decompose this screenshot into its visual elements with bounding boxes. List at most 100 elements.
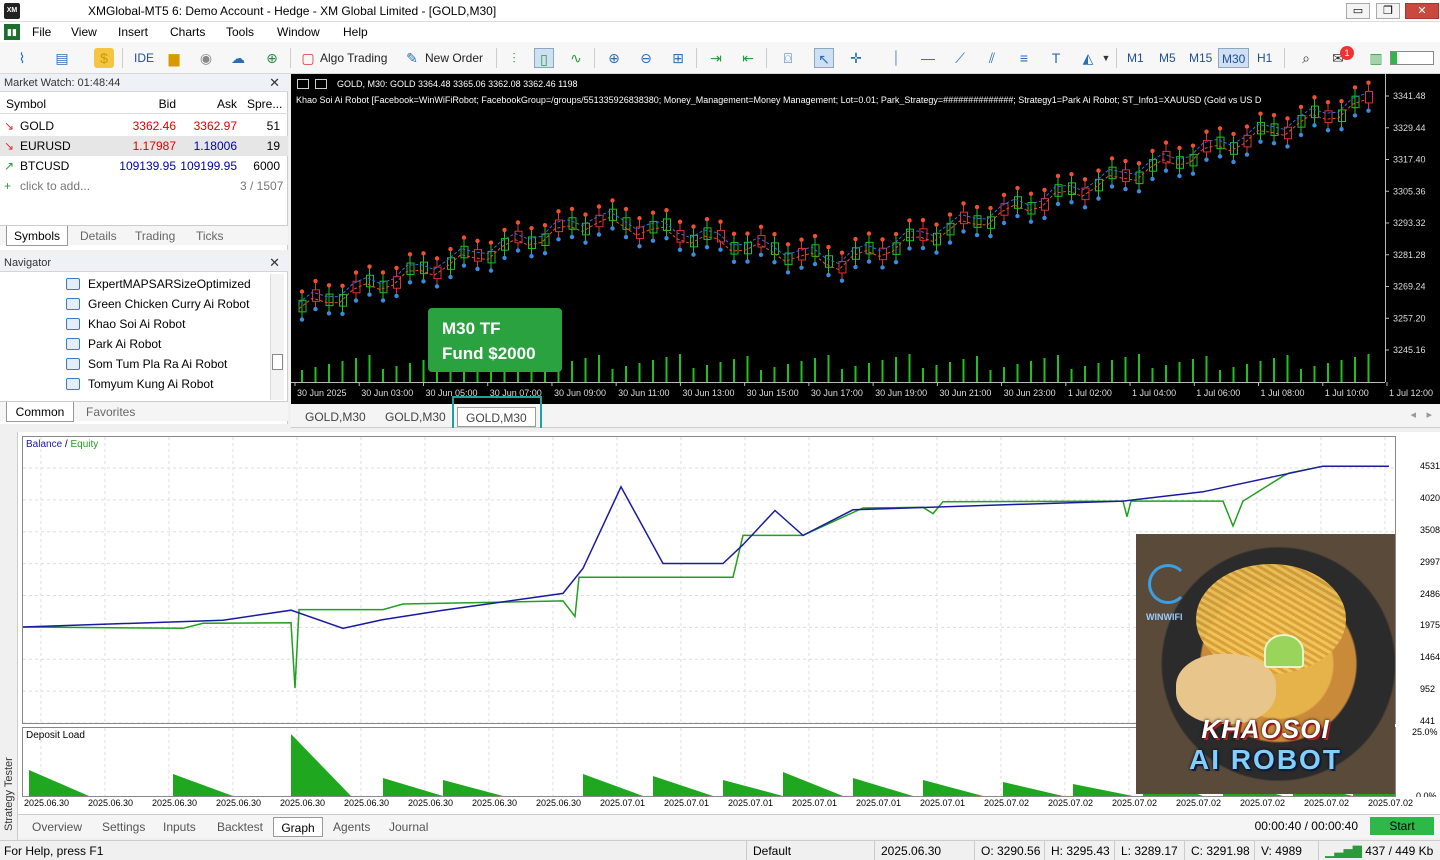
menu-window[interactable]: Window: [277, 25, 320, 39]
nav-item-expert[interactable]: ExpertMAPSARSizeOptimized: [66, 274, 276, 294]
add-symbol-row[interactable]: + click to add... 3 / 1507: [0, 176, 288, 196]
menu-help[interactable]: Help: [343, 25, 368, 39]
tab-scroll-left-icon[interactable]: ◂: [1410, 408, 1416, 421]
nav-item-label: Park Ai Robot: [88, 337, 162, 351]
tf-m15[interactable]: M15: [1186, 48, 1215, 68]
algo-trading-icon[interactable]: ▢: [298, 48, 318, 68]
profile-name[interactable]: Default: [746, 841, 874, 860]
tab-inputs[interactable]: Inputs: [163, 817, 196, 837]
col-symbol[interactable]: Symbol: [6, 94, 46, 114]
graph-x-axis: 2025.06.30 2025.06.30 2025.06.30 2025.06.30…: [22, 797, 1440, 813]
trendline-icon[interactable]: ⟋: [950, 48, 970, 68]
zoom-out-icon[interactable]: ⊖: [636, 48, 656, 68]
bar-chart-icon[interactable]: ⫶: [504, 48, 524, 68]
bag-icon[interactable]: ▆: [164, 48, 184, 68]
bar-low: L: 3289.17: [1114, 841, 1184, 860]
maximize-button[interactable]: ❐: [1376, 3, 1400, 19]
menu-file[interactable]: File: [32, 25, 51, 39]
bar-close: C: 3291.98: [1184, 841, 1254, 860]
search-icon[interactable]: ⌕: [1296, 48, 1316, 68]
tab-graph[interactable]: Graph: [273, 817, 323, 837]
menu-view[interactable]: View: [71, 25, 97, 39]
graph-y-label: 2486: [1420, 588, 1440, 599]
horizontal-line-icon[interactable]: —: [918, 48, 938, 68]
chart-properties-icon[interactable]: [315, 79, 327, 89]
tab-favorites[interactable]: Favorites: [86, 402, 135, 422]
text-icon[interactable]: T: [1046, 48, 1066, 68]
tab-symbols[interactable]: Symbols: [6, 226, 68, 246]
menu-tools[interactable]: Tools: [226, 25, 254, 39]
tf-m5[interactable]: M5: [1156, 48, 1179, 68]
nav-item-green-chicken[interactable]: Green Chicken Curry Ai Robot: [66, 294, 276, 314]
tab-settings[interactable]: Settings: [102, 817, 145, 837]
bar-open: O: 3290.56: [974, 841, 1044, 860]
screenshot-icon[interactable]: ⌼: [778, 48, 798, 68]
deposit-load-area: [923, 780, 983, 796]
nav-item-khao-soi[interactable]: Khao Soi Ai Robot: [66, 314, 276, 334]
deposit-load-area: [1003, 782, 1063, 796]
nav-item-tomyum[interactable]: Tomyum Kung Ai Robot: [66, 374, 276, 394]
start-button[interactable]: Start: [1370, 817, 1434, 835]
graph-x-label: 2025.07.02: [1112, 798, 1158, 808]
symbol-row-gold[interactable]: ↘ GOLD 3362.46 3362.97 51: [0, 116, 288, 136]
volume-bar: [1165, 365, 1167, 382]
cloud-icon[interactable]: ☁: [228, 48, 248, 68]
toolbar: ⌇ ▤ $ IDE ▆ ◉ ☁ ⊕ ▢ Algo Trading ✎ New O…: [0, 42, 1440, 74]
tab-overview[interactable]: Overview: [32, 817, 82, 837]
close-button[interactable]: ✕: [1405, 3, 1439, 19]
nav-item-park[interactable]: Park Ai Robot: [66, 334, 276, 354]
menu-insert[interactable]: Insert: [118, 25, 148, 39]
tab-scroll-right-icon[interactable]: ▸: [1426, 408, 1432, 421]
cursor-icon[interactable]: ↖: [814, 48, 834, 68]
tab-ticks[interactable]: Ticks: [196, 226, 224, 246]
navigator-scrollbar[interactable]: [270, 274, 284, 400]
templates-icon[interactable]: ▤: [52, 48, 72, 68]
channel-icon[interactable]: ⫽: [982, 48, 1002, 68]
ide-button[interactable]: IDE: [130, 47, 158, 69]
candlestick-icon[interactable]: ▯: [534, 48, 554, 68]
chart-tab-1[interactable]: GOLD,M30: [297, 407, 374, 427]
symbol-row-eurusd[interactable]: ↘ EURUSD 1.17987 1.18006 19: [0, 136, 288, 156]
trade-marker: [488, 240, 494, 245]
crosshair-icon[interactable]: ✛: [846, 48, 866, 68]
col-spread[interactable]: Spre...: [247, 94, 282, 114]
algo-trading-button[interactable]: Algo Trading: [316, 47, 391, 69]
trade-marker: [353, 270, 359, 275]
line-chart-icon[interactable]: ⌇: [12, 48, 32, 68]
fibo-icon[interactable]: ≡: [1014, 48, 1034, 68]
tile-icon[interactable]: ⊞: [668, 48, 688, 68]
tab-trading[interactable]: Trading: [135, 226, 175, 246]
tab-details[interactable]: Details: [80, 226, 117, 246]
tf-m1[interactable]: M1: [1124, 48, 1147, 68]
zoom-in-icon[interactable]: ⊕: [604, 48, 624, 68]
chart-shift-icon[interactable]: ⇤: [738, 48, 758, 68]
tf-h1[interactable]: H1: [1254, 48, 1275, 68]
tab-agents[interactable]: Agents: [333, 817, 370, 837]
chart-tab-2[interactable]: GOLD,M30: [377, 407, 454, 427]
tab-journal[interactable]: Journal: [389, 817, 428, 837]
autoscroll-icon[interactable]: ⇥: [706, 48, 726, 68]
chevron-down-icon[interactable]: ▼: [1096, 48, 1116, 68]
new-order-icon[interactable]: ✎: [402, 48, 422, 68]
close-icon[interactable]: ✕: [269, 254, 280, 272]
menu-charts[interactable]: Charts: [170, 25, 205, 39]
new-order-button[interactable]: New Order: [421, 47, 487, 69]
close-icon[interactable]: ✕: [269, 74, 280, 92]
tab-backtest[interactable]: Backtest: [217, 817, 263, 837]
symbol-row-btcusd[interactable]: ↗ BTCUSD 109139.95 109199.95 6000: [0, 156, 288, 176]
shapes-icon[interactable]: ◭: [1078, 48, 1098, 68]
signal-icon[interactable]: ◉: [196, 48, 216, 68]
mt5-menu-icon[interactable]: ▮▮: [4, 24, 20, 40]
tab-common[interactable]: Common: [6, 402, 74, 422]
level-icon[interactable]: ▥: [1366, 48, 1386, 68]
minimize-button[interactable]: ▭: [1346, 3, 1370, 19]
tf-m30[interactable]: M30: [1218, 48, 1250, 68]
globe-icon[interactable]: ⊕: [262, 48, 282, 68]
dollar-icon[interactable]: $: [94, 48, 114, 68]
nav-item-som-tum[interactable]: Som Tum Pla Ra Ai Robot: [66, 354, 276, 374]
col-bid[interactable]: Bid: [122, 94, 176, 114]
vertical-line-icon[interactable]: ⏐: [886, 48, 906, 68]
chart-menu-icon[interactable]: [297, 79, 309, 89]
col-ask[interactable]: Ask: [182, 94, 237, 114]
line-icon[interactable]: ∿: [566, 48, 586, 68]
